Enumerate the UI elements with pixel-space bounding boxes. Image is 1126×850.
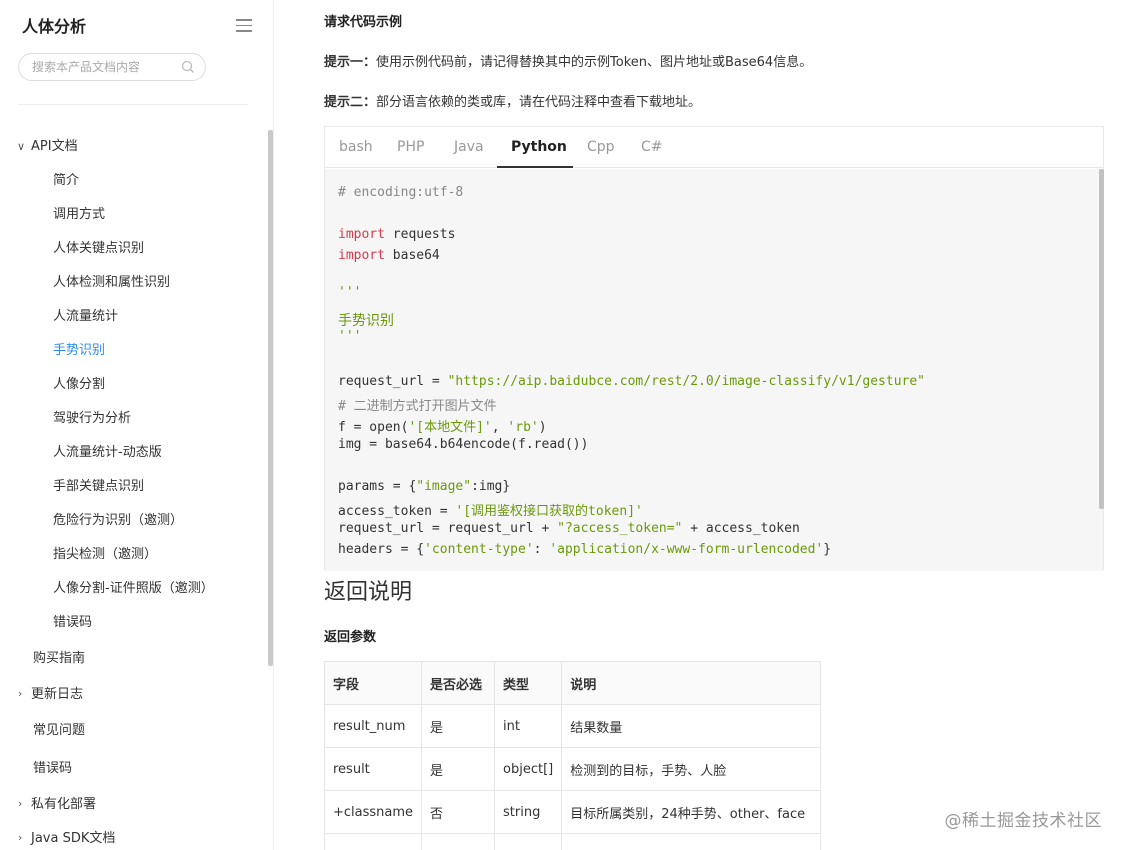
table-cell [561, 833, 822, 850]
nav-item-error-code-sub[interactable]: 错误码 [53, 613, 92, 633]
tip-two-label: 提示二： [324, 95, 377, 110]
nav-item-call-method[interactable]: 调用方式 [53, 205, 105, 225]
code-line: ''' [338, 329, 362, 344]
table-cell [421, 833, 496, 850]
tab-php[interactable]: PHP [397, 139, 424, 155]
watermark: @稀土掘金技术社区 [944, 811, 1102, 831]
table-cell: 检测到的目标，手势、人脸 [561, 747, 822, 791]
table-cell: 是 [421, 747, 496, 791]
hamburger-menu-icon[interactable] [236, 19, 252, 33]
code-line: 手势识别 [338, 313, 394, 329]
tab-python[interactable]: Python [511, 139, 567, 155]
section-title-request-code: 请求代码示例 [324, 15, 403, 30]
code-line: headers = {'content-type': 'application/… [338, 542, 832, 557]
sidebar-scrollbar[interactable] [268, 130, 273, 666]
table-cell: result [323, 747, 423, 791]
code-line: request_url = "https://aip.baidubce.com/… [338, 374, 926, 389]
nav-item-body-keypoint[interactable]: 人体关键点识别 [53, 239, 144, 259]
table-cell: 是 [421, 704, 496, 748]
code-sample-panel: bash PHP Java Python Cpp C# # encoding:u… [324, 126, 1104, 571]
tip-one-label: 提示一： [324, 55, 377, 70]
code-line: # encoding:utf-8 [338, 185, 464, 200]
table-header-cell: 说明 [561, 661, 822, 705]
chevron-right-icon[interactable]: › [18, 831, 22, 844]
sidebar-header: 人体分析 [22, 14, 252, 40]
sidebar: 人体分析 ∨ API文档 简介 调用方式 人体关键点识别 人体检测和属性识别 人… [0, 0, 274, 850]
chevron-down-icon[interactable]: ∨ [17, 140, 25, 153]
nav-item-intro[interactable]: 简介 [53, 171, 79, 191]
table-cell: 否 [421, 790, 496, 834]
code-line: f = open('[本地文件]', 'rb') [338, 420, 547, 435]
table-cell: +classname [323, 790, 423, 834]
return-params-title: 返回参数 [324, 630, 377, 645]
code-block[interactable]: # encoding:utf-8 import requests import … [325, 169, 1103, 571]
main-content: 请求代码示例 提示一：使用示例代码前，请记得替换其中的示例Token、图片地址或… [274, 0, 1126, 850]
nav-item-faq[interactable]: 常见问题 [33, 721, 85, 741]
table-cell: string [494, 790, 563, 834]
code-line: # 二进制方式打开图片文件 [338, 399, 497, 414]
tip-one: 提示一：使用示例代码前，请记得替换其中的示例Token、图片地址或Base64信… [324, 51, 812, 70]
nav-item-purchase[interactable]: 购买指南 [33, 649, 85, 669]
nav-item-body-seg[interactable]: 人像分割 [53, 375, 105, 395]
nav-item-fingertip[interactable]: 指尖检测（邀测） [53, 545, 157, 565]
tab-java[interactable]: Java [454, 139, 484, 155]
doc-search-input[interactable] [18, 53, 206, 81]
table-header-cell: 类型 [494, 661, 563, 705]
nav-item-id-photo-seg[interactable]: 人像分割-证件照版（邀测） [53, 579, 214, 599]
chevron-right-icon[interactable]: › [18, 687, 22, 700]
product-title: 人体分析 [22, 17, 87, 36]
nav-item-people-count[interactable]: 人流量统计 [53, 307, 118, 327]
table-row: result_num 是 int 结果数量 [323, 704, 822, 748]
nav-item-hand-keypoint[interactable]: 手部关键点识别 [53, 477, 144, 497]
table-cell [323, 833, 423, 850]
table-cell: int [494, 704, 563, 748]
language-tabs: bash PHP Java Python Cpp C# [325, 127, 1103, 168]
code-scrollbar[interactable] [1099, 169, 1104, 509]
code-line: import requests [338, 227, 456, 242]
tip-one-text: 使用示例代码前，请记得替换其中的示例Token、图片地址或Base64信息。 [376, 55, 813, 70]
table-header-cell: 是否必选 [421, 661, 496, 705]
nav-item-private-deploy[interactable]: 私有化部署 [31, 795, 96, 815]
nav-item-danger-behavior[interactable]: 危险行为识别（邀测） [53, 511, 183, 531]
table-row: +classname 否 string 目标所属类别，24种手势、other、f… [323, 790, 822, 834]
table-row [323, 833, 822, 850]
nav-item-driver-behavior[interactable]: 驾驶行为分析 [53, 409, 131, 429]
active-tab-indicator [497, 166, 573, 168]
table-row: result 是 object[] 检测到的目标，手势、人脸 [323, 747, 822, 791]
tab-bash[interactable]: bash [339, 139, 373, 155]
nav-item-people-count-dynamic[interactable]: 人流量统计-动态版 [53, 443, 162, 463]
search-icon[interactable] [181, 60, 195, 74]
tip-two-text: 部分语言依赖的类或库，请在代码注释中查看下载地址。 [376, 95, 702, 110]
return-params-table: 字段 是否必选 类型 说明 result_num 是 int 结果数量 resu… [323, 661, 822, 850]
code-line: import base64 [338, 248, 440, 263]
code-line: request_url = request_url + "?access_tok… [338, 521, 800, 536]
tip-two: 提示二：部分语言依赖的类或库，请在代码注释中查看下载地址。 [324, 91, 701, 110]
tab-cpp[interactable]: Cpp [587, 139, 615, 155]
tab-csharp[interactable]: C# [641, 139, 663, 155]
chevron-right-icon[interactable]: › [18, 797, 22, 810]
table-cell [494, 833, 563, 850]
table-cell: 目标所属类别，24种手势、other、face [561, 790, 822, 834]
nav-item-body-attr[interactable]: 人体检测和属性识别 [53, 273, 170, 293]
nav-item-gesture[interactable]: 手势识别 [53, 341, 105, 361]
sidebar-divider [18, 104, 248, 105]
code-line: img = base64.b64encode(f.read()) [338, 437, 589, 452]
nav-item-java-sdk[interactable]: Java SDK文档 [31, 829, 115, 849]
return-section-title: 返回说明 [324, 580, 413, 605]
code-line: ''' [338, 285, 362, 300]
table-header-row: 字段 是否必选 类型 说明 [323, 661, 822, 705]
code-line: params = {"image":img} [338, 479, 511, 494]
nav-item-api-docs[interactable]: API文档 [31, 137, 78, 157]
nav-item-changelog[interactable]: 更新日志 [31, 685, 83, 705]
table-cell: result_num [323, 704, 423, 748]
nav-item-error-code[interactable]: 错误码 [33, 759, 72, 779]
table-cell: 结果数量 [561, 704, 822, 748]
table-header-cell: 字段 [323, 661, 423, 705]
table-cell: object[] [494, 747, 563, 791]
code-line: access_token = '[调用鉴权接口获取的token]' [338, 504, 643, 519]
